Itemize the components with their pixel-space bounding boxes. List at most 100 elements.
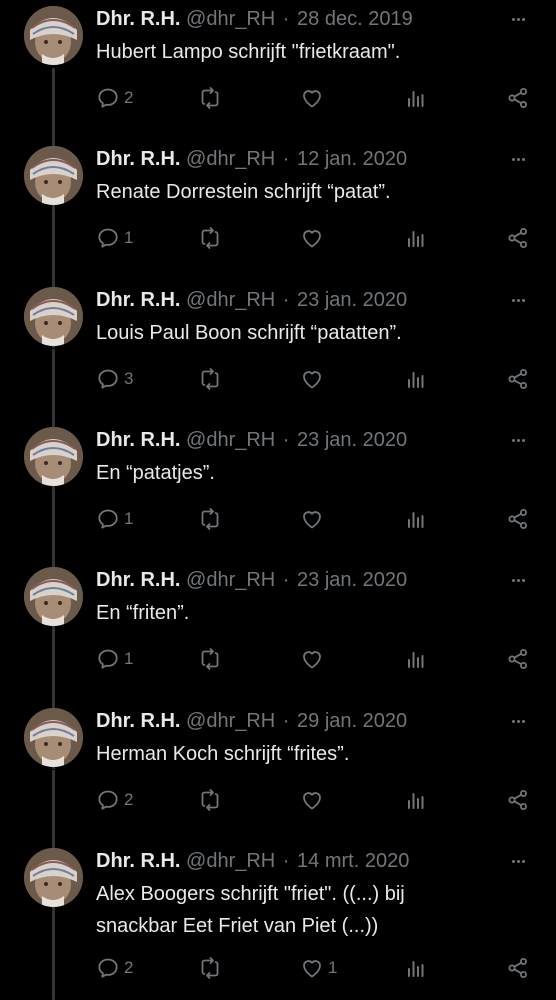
tweet-header: Dhr. R.H. @dhr_RH · 23 jan. 2020: [96, 427, 407, 453]
tweet-date[interactable]: 29 jan. 2020: [297, 710, 407, 732]
retweet-icon: [201, 508, 219, 530]
reply-button[interactable]: 1: [96, 225, 133, 251]
views-button[interactable]: [404, 787, 428, 813]
tweet-date[interactable]: 12 jan. 2020: [297, 148, 407, 170]
retweet-icon: [201, 789, 219, 811]
tweet-actions: 2 1: [0, 955, 556, 981]
avatar[interactable]: [24, 427, 83, 486]
like-button[interactable]: [300, 506, 328, 532]
more-icon[interactable]: [506, 10, 530, 28]
author-handle[interactable]: @dhr_RH: [186, 429, 275, 451]
author-handle[interactable]: @dhr_RH: [186, 710, 275, 732]
author-handle[interactable]: @dhr_RH: [186, 569, 275, 591]
tweet-thread: Dhr. R.H. @dhr_RH · 28 dec. 2019 Hubert …: [0, 0, 556, 1000]
separator: ·: [282, 850, 290, 872]
views-button[interactable]: [404, 366, 428, 392]
tweet-header: Dhr. R.H. @dhr_RH · 28 dec. 2019: [96, 6, 413, 32]
retweet-button[interactable]: [198, 646, 226, 672]
avatar[interactable]: [24, 146, 83, 205]
tweet-date[interactable]: 23 jan. 2020: [297, 429, 407, 451]
author-name[interactable]: Dhr. R.H.: [96, 429, 180, 451]
reply-button[interactable]: 2: [96, 85, 133, 111]
reply-button[interactable]: 3: [96, 366, 133, 392]
tweet-text: Louis Paul Boon schrijft “patatten”.: [96, 322, 402, 344]
views-button[interactable]: [404, 225, 428, 251]
more-icon[interactable]: [506, 150, 530, 168]
avatar-image: [24, 146, 83, 205]
tweet-date[interactable]: 14 mrt. 2020: [297, 850, 409, 872]
author-handle[interactable]: @dhr_RH: [186, 850, 275, 872]
author-name[interactable]: Dhr. R.H.: [96, 710, 180, 732]
tweet-actions: 1: [0, 646, 556, 672]
author-name[interactable]: Dhr. R.H.: [96, 148, 180, 170]
retweet-button[interactable]: [198, 787, 226, 813]
share-button[interactable]: [506, 646, 530, 672]
views-button[interactable]: [404, 506, 428, 532]
more-icon[interactable]: [506, 431, 530, 449]
tweet-header: Dhr. R.H. @dhr_RH · 12 jan. 2020: [96, 146, 407, 172]
like-button[interactable]: [300, 787, 328, 813]
more-icon[interactable]: [506, 852, 530, 870]
views-icon: [408, 961, 424, 977]
tweet-text: Alex Boogers schrijft "friet". ((...) bi…: [96, 883, 405, 937]
like-button[interactable]: [300, 366, 328, 392]
retweet-button[interactable]: [198, 955, 226, 981]
separator: ·: [282, 710, 290, 732]
tweet-date[interactable]: 23 jan. 2020: [297, 569, 407, 591]
share-icon: [508, 369, 527, 389]
avatar[interactable]: [24, 708, 83, 767]
heart-icon: [303, 511, 321, 529]
more-icon[interactable]: [506, 712, 530, 730]
retweet-button[interactable]: [198, 366, 226, 392]
author-name[interactable]: Dhr. R.H.: [96, 289, 180, 311]
share-button[interactable]: [506, 787, 530, 813]
views-button[interactable]: [404, 85, 428, 111]
reply-icon: [98, 649, 118, 669]
reply-button[interactable]: 2: [96, 787, 133, 813]
retweet-button[interactable]: [198, 506, 226, 532]
reply-icon: [98, 369, 118, 389]
avatar-image: [24, 567, 83, 626]
views-button[interactable]: [404, 955, 428, 981]
retweet-icon: [201, 368, 219, 390]
tweet-date[interactable]: 23 jan. 2020: [297, 289, 407, 311]
reply-button[interactable]: 1: [96, 506, 133, 532]
avatar[interactable]: [24, 6, 83, 65]
like-button[interactable]: 1: [300, 955, 337, 981]
separator: ·: [282, 148, 290, 170]
separator: ·: [282, 8, 290, 30]
share-button[interactable]: [506, 955, 530, 981]
reply-button[interactable]: 2: [96, 955, 133, 981]
reply-icon: [98, 88, 118, 108]
retweet-button[interactable]: [198, 85, 226, 111]
share-button[interactable]: [506, 366, 530, 392]
like-button[interactable]: [300, 225, 328, 251]
author-handle[interactable]: @dhr_RH: [186, 148, 275, 170]
tweet-actions: 1: [0, 506, 556, 532]
avatar[interactable]: [24, 287, 83, 346]
share-button[interactable]: [506, 506, 530, 532]
views-icon: [408, 231, 424, 247]
avatar[interactable]: [24, 848, 83, 907]
share-button[interactable]: [506, 225, 530, 251]
author-name[interactable]: Dhr. R.H.: [96, 569, 180, 591]
like-button[interactable]: [300, 85, 328, 111]
author-name[interactable]: Dhr. R.H.: [96, 850, 180, 872]
share-icon: [508, 649, 527, 669]
author-handle[interactable]: @dhr_RH: [186, 289, 275, 311]
like-button[interactable]: [300, 646, 328, 672]
heart-icon: [303, 371, 321, 389]
more-icon[interactable]: [506, 291, 530, 309]
share-button[interactable]: [506, 85, 530, 111]
tweet-date[interactable]: 28 dec. 2019: [297, 8, 413, 30]
avatar[interactable]: [24, 567, 83, 626]
reply-button[interactable]: 1: [96, 646, 133, 672]
author-handle[interactable]: @dhr_RH: [186, 8, 275, 30]
tweet-actions: 3: [0, 366, 556, 392]
views-button[interactable]: [404, 646, 428, 672]
author-name[interactable]: Dhr. R.H.: [96, 8, 180, 30]
retweet-button[interactable]: [198, 225, 226, 251]
views-icon: [408, 793, 424, 809]
more-icon[interactable]: [506, 571, 530, 589]
views-icon: [408, 652, 424, 668]
